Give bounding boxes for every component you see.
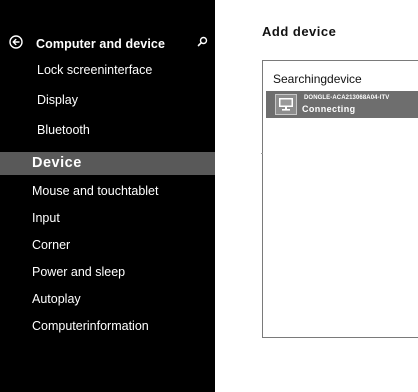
sidebar-item-power-and-sleep[interactable]: Power and sleep <box>0 261 215 283</box>
divider <box>261 153 263 154</box>
sidebar-item-label: Power and sleep <box>32 265 126 279</box>
back-arrow-icon[interactable] <box>9 35 23 49</box>
sidebar-item-label: Display <box>37 93 78 107</box>
sidebar-item-label: Device <box>32 155 82 171</box>
sidebar-item-label: Input <box>32 211 60 225</box>
device-list-item[interactable]: DONGLE-ACA213068A04-ITV Connecting <box>266 91 418 118</box>
search-icon[interactable] <box>197 36 208 47</box>
sidebar-item-label: Corner <box>32 238 71 252</box>
dialog-title: Searchingdevice <box>273 72 362 86</box>
sidebar-item-mouse-and-touchtablet[interactable]: Mouse and touchtablet <box>0 180 215 202</box>
sidebar-item-input[interactable]: Input <box>0 207 215 229</box>
sidebar-header: Computer and device <box>0 33 215 55</box>
sidebar-item-bluetooth[interactable]: Bluetooth <box>0 119 215 141</box>
sidebar-item-autoplay[interactable]: Autoplay <box>0 288 215 310</box>
sidebar-item-display[interactable]: Display <box>0 89 215 111</box>
sidebar-title: Computer and device <box>36 37 166 51</box>
sidebar-item-device[interactable]: Device <box>0 152 215 175</box>
sidebar-item-label: Autoplay <box>32 292 81 306</box>
monitor-icon <box>275 94 297 115</box>
searching-device-dialog: Searchingdevice DONGLE-ACA213068A04-ITV … <box>261 60 418 338</box>
sidebar: Computer and device Lock screeninterface… <box>0 0 215 392</box>
sidebar-item-label: Lock screeninterface <box>37 63 153 77</box>
sidebar-item-label: Bluetooth <box>37 123 90 137</box>
sidebar-item-computer-information[interactable]: Computerinformation <box>0 315 215 337</box>
sidebar-item-label: Mouse and touchtablet <box>32 184 159 198</box>
device-name: DONGLE-ACA213068A04-ITV <box>304 95 390 101</box>
sidebar-item-label: Computerinformation <box>32 319 149 333</box>
sidebar-item-lock-screen-interface[interactable]: Lock screeninterface <box>0 59 215 81</box>
device-status: Connecting <box>302 104 356 114</box>
page-title: Add device <box>262 24 337 39</box>
sidebar-item-corner[interactable]: Corner <box>0 234 215 256</box>
